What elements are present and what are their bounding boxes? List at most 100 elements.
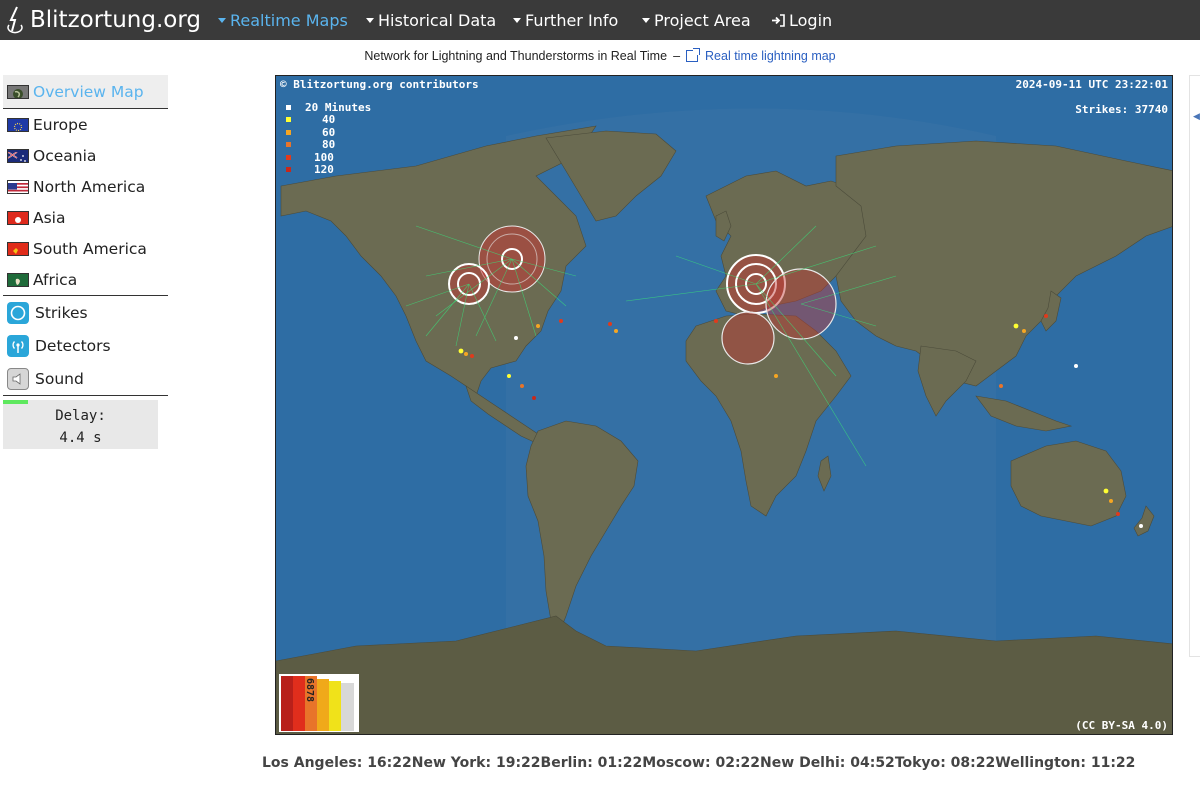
caret-down-icon: [366, 17, 374, 23]
lightning-map[interactable]: © Blitzortung.org contributors 2024-09-1…: [275, 75, 1173, 735]
clock-city: Tokyo: [894, 755, 941, 771]
nav-project-area[interactable]: Project Area: [642, 0, 751, 40]
sidebar: Overview Map Europe Oceania North Americ…: [3, 75, 168, 449]
realtime-map-link[interactable]: Real time lightning map: [686, 48, 836, 63]
clock-time: 02:22: [715, 755, 761, 771]
sidebar-item-south-america[interactable]: South America: [3, 233, 168, 264]
world-clocks: Los Angeles: 16:22New York: 19:22Berlin:…: [262, 755, 1136, 771]
brand[interactable]: Blitzortung.org: [4, 4, 201, 36]
sidebar-item-label: North America: [33, 177, 146, 196]
nav-label: Project Area: [654, 10, 751, 30]
delay-value: 4.4 s: [59, 430, 102, 446]
detectors-icon: [7, 334, 29, 357]
delay-panel: Delay: 4.4 s: [3, 400, 158, 449]
sidebar-divider: [3, 395, 168, 396]
world-map-svg: [276, 76, 1172, 734]
time-legend: 20 Minutes 40 60 80 100 120: [276, 101, 371, 176]
legend-swatch: [286, 129, 291, 135]
clock-city: Moscow: [642, 755, 705, 771]
external-link-icon: [686, 48, 701, 62]
sidebar-item-africa[interactable]: Africa: [3, 264, 168, 295]
histogram-bar: [281, 676, 293, 731]
sidebar-item-north-america[interactable]: North America: [3, 171, 168, 202]
tool-label: Strikes: [35, 303, 88, 322]
sidebar-item-label: Europe: [33, 115, 88, 134]
delay-indicator: [3, 400, 28, 404]
legend-label: 100: [314, 150, 334, 164]
brand-name: Blitzortung.org: [30, 7, 201, 33]
top-navbar: Blitzortung.org Realtime Maps Historical…: [0, 0, 1200, 40]
right-side-panel[interactable]: ◀: [1189, 75, 1200, 657]
hongkong-flag-icon: [7, 210, 29, 225]
lightning-logo-icon: [7, 6, 23, 34]
brazil-flag-icon: [7, 241, 29, 256]
legend-swatch: [286, 167, 291, 173]
nav-historical-data[interactable]: Historical Data: [366, 0, 496, 40]
clock-city: Los Angeles: [262, 755, 357, 771]
histogram-bar: [341, 683, 354, 731]
usa-flag-icon: [7, 179, 29, 194]
histogram-label: 6878: [304, 678, 315, 703]
nav-label: Further Info: [525, 10, 619, 30]
legend-label: 60: [322, 125, 336, 139]
sidebar-item-overview-map[interactable]: Overview Map: [3, 75, 168, 109]
histogram-bar: [317, 679, 329, 731]
globe-icon: [7, 84, 29, 99]
nav-further-info[interactable]: Further Info: [513, 0, 618, 40]
caret-down-icon: [642, 17, 650, 23]
nav-login[interactable]: Login: [771, 0, 832, 40]
chevron-left-icon[interactable]: ◀: [1193, 112, 1200, 122]
legend-swatch: [286, 117, 291, 123]
map-license: (CC BY-SA 4.0): [1075, 719, 1168, 732]
clock-time: 08:22: [950, 755, 996, 771]
strikes-icon: [7, 301, 29, 324]
separator: –: [673, 49, 681, 63]
legend-label: 20 Minutes: [305, 100, 372, 114]
histogram-bar: [329, 681, 341, 731]
clock-time: 01:22: [597, 755, 643, 771]
clock-city: Wellington: [995, 755, 1081, 771]
sidebar-item-label: South America: [33, 239, 147, 258]
nav-realtime-maps[interactable]: Realtime Maps: [218, 0, 348, 40]
nav-label: Historical Data: [378, 10, 497, 30]
africa-flag-icon: [7, 272, 29, 287]
tagline: Network for Lightning and Thunderstorms …: [364, 49, 668, 63]
map-attribution: © Blitzortung.org contributors: [280, 78, 479, 91]
legend-swatch: [286, 104, 291, 110]
tool-label: Sound: [35, 369, 84, 388]
caret-down-icon: [513, 17, 521, 23]
tool-label: Detectors: [35, 336, 111, 355]
sidebar-tool-strikes[interactable]: Strikes: [3, 296, 168, 329]
clock-time: 16:22: [367, 755, 412, 771]
legend-label: 120: [314, 163, 334, 177]
sidebar-item-label: Overview Map: [33, 82, 144, 101]
sound-icon: [7, 367, 29, 390]
subheader: Network for Lightning and Thunderstorms …: [0, 40, 1200, 72]
nav-label: Login: [789, 10, 833, 30]
clock-city: New Delhi: [760, 755, 840, 771]
legend-label: 40: [322, 113, 336, 127]
legend-swatch: [286, 142, 291, 148]
caret-down-icon: [218, 17, 226, 23]
australia-flag-icon: [7, 148, 29, 163]
legend-swatch: [286, 154, 291, 160]
clock-time: 19:22: [495, 755, 541, 771]
sidebar-item-label: Oceania: [33, 146, 97, 165]
sidebar-item-label: Africa: [33, 270, 78, 289]
delay-label: Delay:: [55, 408, 106, 424]
sidebar-tool-sound[interactable]: Sound: [3, 362, 168, 395]
clock-city: Berlin: [540, 755, 588, 771]
strike-count: Strikes: 37740: [1075, 103, 1168, 116]
sidebar-item-oceania[interactable]: Oceania: [3, 140, 168, 171]
clock-city: New York: [411, 755, 486, 771]
clock-time: 04:52: [850, 755, 895, 771]
sidebar-item-asia[interactable]: Asia: [3, 202, 168, 233]
link-label: Real time lightning map: [705, 49, 836, 63]
sidebar-item-label: Asia: [33, 208, 66, 227]
sidebar-item-europe[interactable]: Europe: [3, 109, 168, 140]
sidebar-tool-detectors[interactable]: Detectors: [3, 329, 168, 362]
login-icon: [772, 13, 785, 27]
eu-flag-icon: [7, 117, 29, 132]
strike-histogram: 6878: [279, 674, 359, 732]
nav-label: Realtime Maps: [230, 10, 348, 30]
